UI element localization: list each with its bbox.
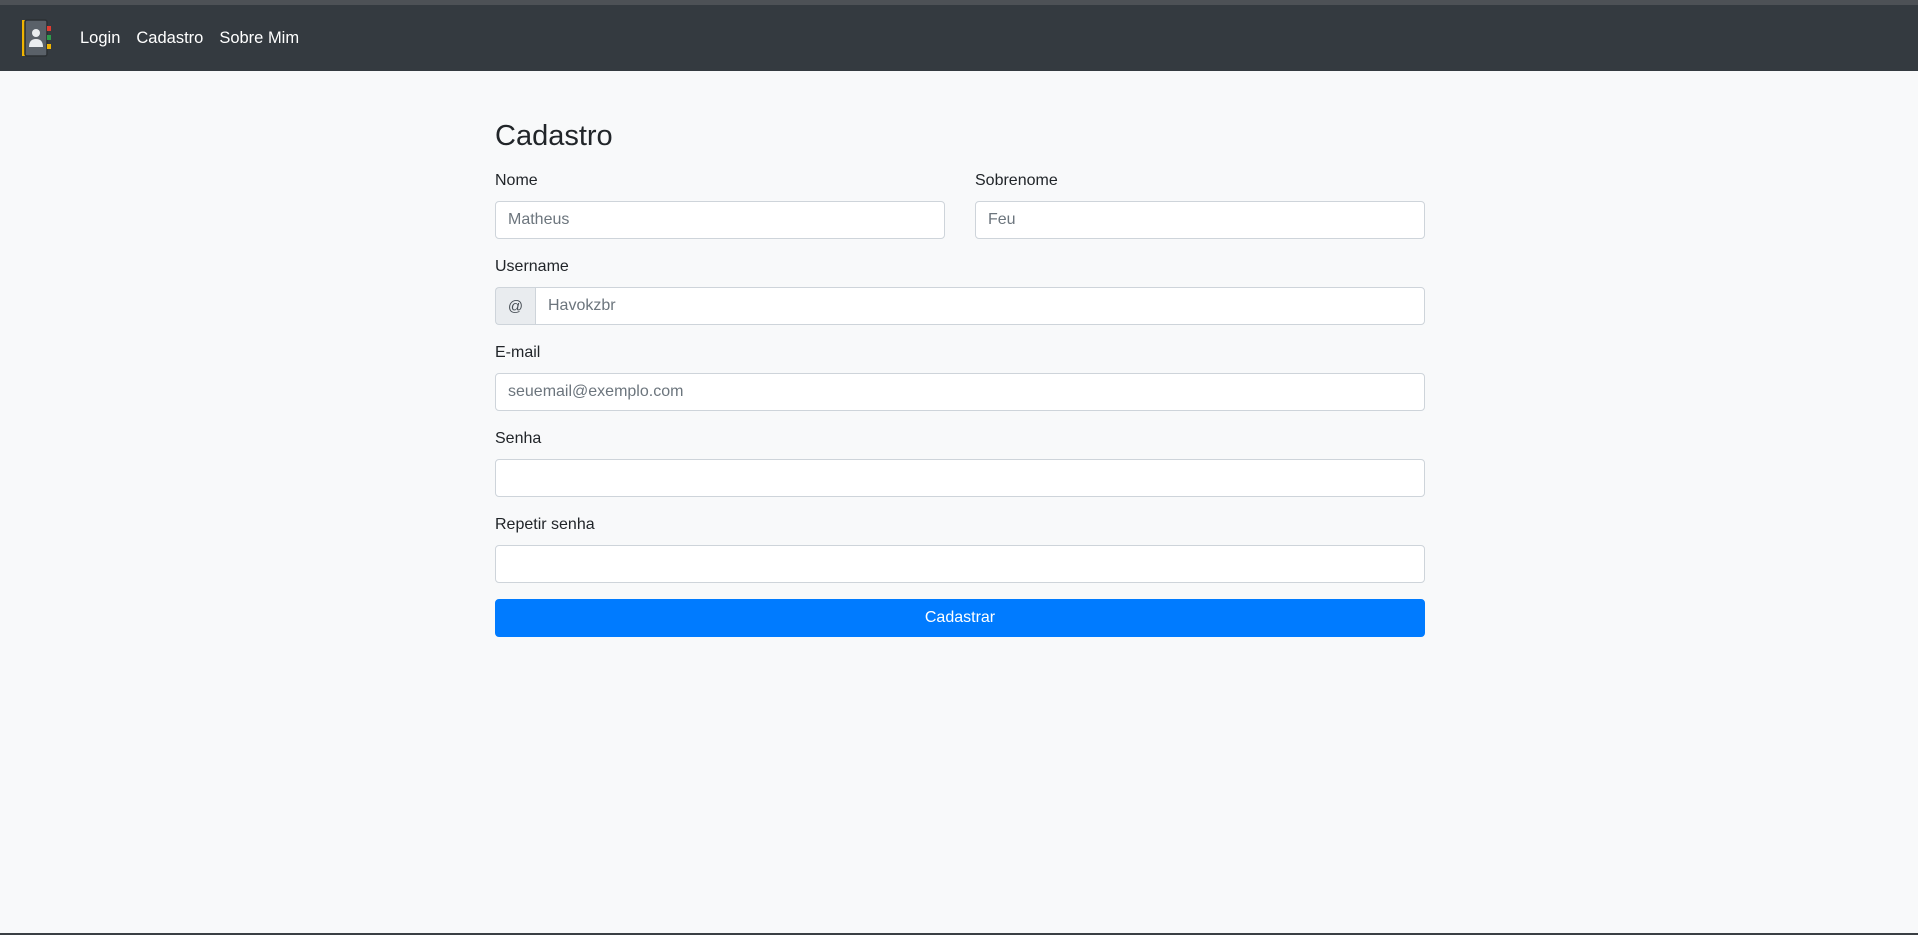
nome-label: Nome — [495, 172, 538, 189]
username-label: Username — [495, 258, 569, 275]
nav-links: Login Cadastro Sobre Mim — [80, 30, 315, 47]
nome-input[interactable] — [495, 201, 945, 239]
repetir-senha-label: Repetir senha — [495, 516, 595, 533]
email-input[interactable] — [495, 373, 1425, 411]
nav-link-cadastro[interactable]: Cadastro — [136, 30, 203, 47]
address-book-icon[interactable] — [18, 18, 54, 58]
page-title: Cadastro — [495, 120, 613, 152]
username-input[interactable] — [535, 287, 1425, 325]
senha-label: Senha — [495, 430, 542, 447]
email-label: E-mail — [495, 344, 541, 361]
repetir-senha-input[interactable] — [495, 545, 1425, 583]
nav-link-login[interactable]: Login — [80, 30, 120, 47]
nav-link-sobre-mim[interactable]: Sobre Mim — [219, 30, 299, 47]
navbar: Login Cadastro Sobre Mim — [0, 5, 1918, 71]
sobrenome-input[interactable] — [975, 201, 1425, 239]
senha-input[interactable] — [495, 459, 1425, 497]
sobrenome-label: Sobrenome — [975, 172, 1058, 189]
username-input-group: @ — [495, 287, 1425, 325]
cadastrar-button[interactable]: Cadastrar — [495, 599, 1425, 637]
at-sign-prefix: @ — [495, 287, 535, 325]
